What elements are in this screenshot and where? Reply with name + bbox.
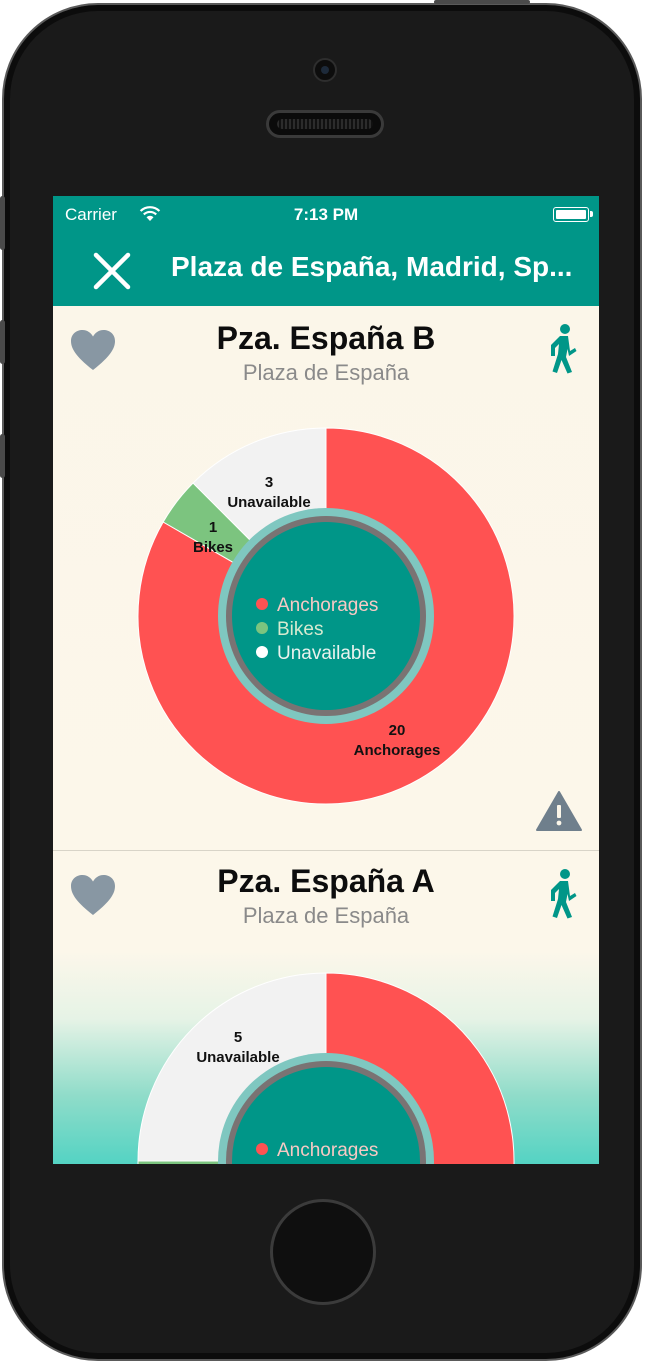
legend-dot-bikes — [256, 622, 268, 634]
svg-text:3: 3 — [265, 474, 273, 491]
warning-icon[interactable] — [535, 790, 583, 832]
legend-anchorages: Anchorages — [277, 1140, 378, 1161]
mute-switch — [0, 196, 5, 250]
svg-text:20: 20 — [389, 722, 406, 739]
legend-bikes: Bikes — [277, 619, 323, 640]
walk-icon[interactable] — [545, 869, 579, 919]
close-icon — [93, 252, 131, 290]
svg-text:5: 5 — [234, 1029, 242, 1046]
legend-dot-anchorages — [256, 1143, 268, 1155]
app-screen: Carrier 7:13 PM Plaza de España, Madrid,… — [53, 196, 599, 1164]
station-card: Pza. España B Plaza de España Anchorages… — [53, 306, 599, 851]
svg-text:Bikes: Bikes — [193, 539, 233, 556]
earpiece-speaker — [266, 110, 384, 138]
volume-down-button — [0, 434, 5, 478]
svg-text:Unavailable: Unavailable — [196, 1049, 279, 1066]
station-chart: Anchorages Bikes Unavailable 20 Anchorag… — [137, 427, 515, 805]
legend-dot-anchorages — [256, 598, 268, 610]
svg-text:Unavailable: Unavailable — [227, 494, 310, 511]
station-address: Plaza de España — [242, 360, 410, 385]
station-name: Pza. España B — [216, 320, 436, 356]
station-name: Pza. España A — [217, 863, 435, 899]
station-chart: Anchorages 5 Unavailable — [137, 972, 515, 1164]
nav-title: Plaza de España, Madrid, Sp... — [171, 251, 573, 282]
chart-center — [232, 522, 420, 710]
status-time: 7:13 PM — [293, 205, 359, 224]
battery-icon — [553, 207, 593, 222]
front-camera — [313, 58, 337, 82]
volume-up-button — [0, 320, 5, 364]
station-address: Plaza de España — [242, 903, 410, 928]
legend-unavailable: Unavailable — [277, 643, 376, 664]
svg-text:Anchorages: Anchorages — [354, 742, 441, 759]
home-button[interactable] — [270, 1199, 376, 1305]
status-bar: Carrier 7:13 PM — [53, 196, 599, 236]
nav-bar: Plaza de España, Madrid, Sp... — [53, 236, 599, 306]
power-button — [434, 0, 530, 4]
walk-icon[interactable] — [545, 324, 579, 374]
legend-anchorages: Anchorages — [277, 595, 378, 616]
legend-dot-unavailable — [256, 646, 268, 658]
close-button[interactable] — [89, 248, 135, 294]
station-card: Pza. España A Plaza de España Anchorages… — [53, 851, 599, 1164]
phone-frame: Carrier 7:13 PM Plaza de España, Madrid,… — [0, 0, 645, 1366]
svg-text:1: 1 — [209, 519, 217, 536]
